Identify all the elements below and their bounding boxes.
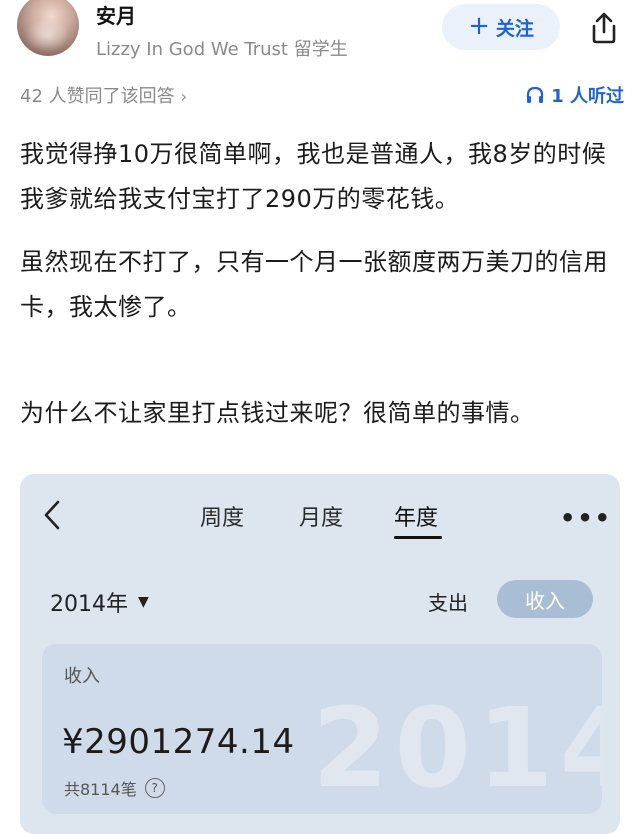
toggle-expense: 支出: [428, 591, 468, 615]
chevron-right-icon: ›: [180, 87, 188, 106]
follow-button[interactable]: + 关注: [442, 4, 560, 50]
year-selector: 2014年 ▼: [50, 586, 149, 618]
answer-paragraph-2: 虽然现在不打了，只有一个月一张额度两万美刀的信用卡，我太惨了。: [20, 248, 608, 321]
answer-meta: 42 人赞同了该回答 › 1 人听过: [0, 78, 640, 112]
embedded-bill-screenshot[interactable]: 周度 月度 年度 ••• 2014年 ▼ 支出 收入 2014 收入 ¥2901…: [20, 474, 620, 834]
caret-down-icon: ▼: [138, 594, 149, 610]
active-tab-underline: [394, 536, 442, 539]
year-watermark: 2014: [312, 684, 602, 812]
toggle-income: 收入: [497, 580, 593, 618]
answer-paragraph-3: 为什么不让家里打点钱过来呢？很简单的事情。: [20, 399, 535, 427]
more-dots-icon: •••: [560, 504, 613, 532]
income-count: 共8114笔 ?: [64, 776, 165, 800]
author-bio: Lizzy In God We Trust 留学生: [96, 39, 348, 60]
listeners-text: 1 人听过: [551, 86, 624, 107]
answer-paragraph-1: 我觉得挣10万很简单啊，我也是普通人，我8岁的时候我爹就给我支付宝打了290万的…: [20, 140, 607, 213]
likes-link[interactable]: 42 人赞同了该回答 ›: [20, 82, 187, 108]
income-summary-card: 2014 收入 ¥2901274.14 共8114笔 ?: [42, 644, 602, 814]
listeners-link[interactable]: 1 人听过: [525, 82, 624, 108]
plus-icon: +: [468, 10, 490, 41]
question-circle-icon: ?: [144, 778, 165, 798]
year-selector-value: 2014年: [50, 592, 128, 617]
headphones-icon: [527, 86, 544, 103]
income-amount: ¥2901274.14: [62, 722, 295, 762]
income-count-text: 共8114笔: [64, 780, 137, 799]
tab-month: 月度: [299, 506, 344, 531]
tab-week: 周度: [200, 506, 245, 531]
follow-button-label: 关注: [495, 17, 534, 40]
likes-text: 42 人赞同了该回答: [20, 86, 175, 107]
author-avatar[interactable]: [17, 0, 79, 56]
author-name[interactable]: 安月: [96, 0, 136, 29]
income-label: 收入: [64, 666, 100, 687]
share-icon[interactable]: [586, 10, 622, 46]
tab-year: 年度: [394, 506, 439, 531]
period-tabs: 周度 月度 年度: [20, 500, 620, 540]
answer-header: 安月 Lizzy In God We Trust 留学生 + 关注: [0, 0, 640, 70]
